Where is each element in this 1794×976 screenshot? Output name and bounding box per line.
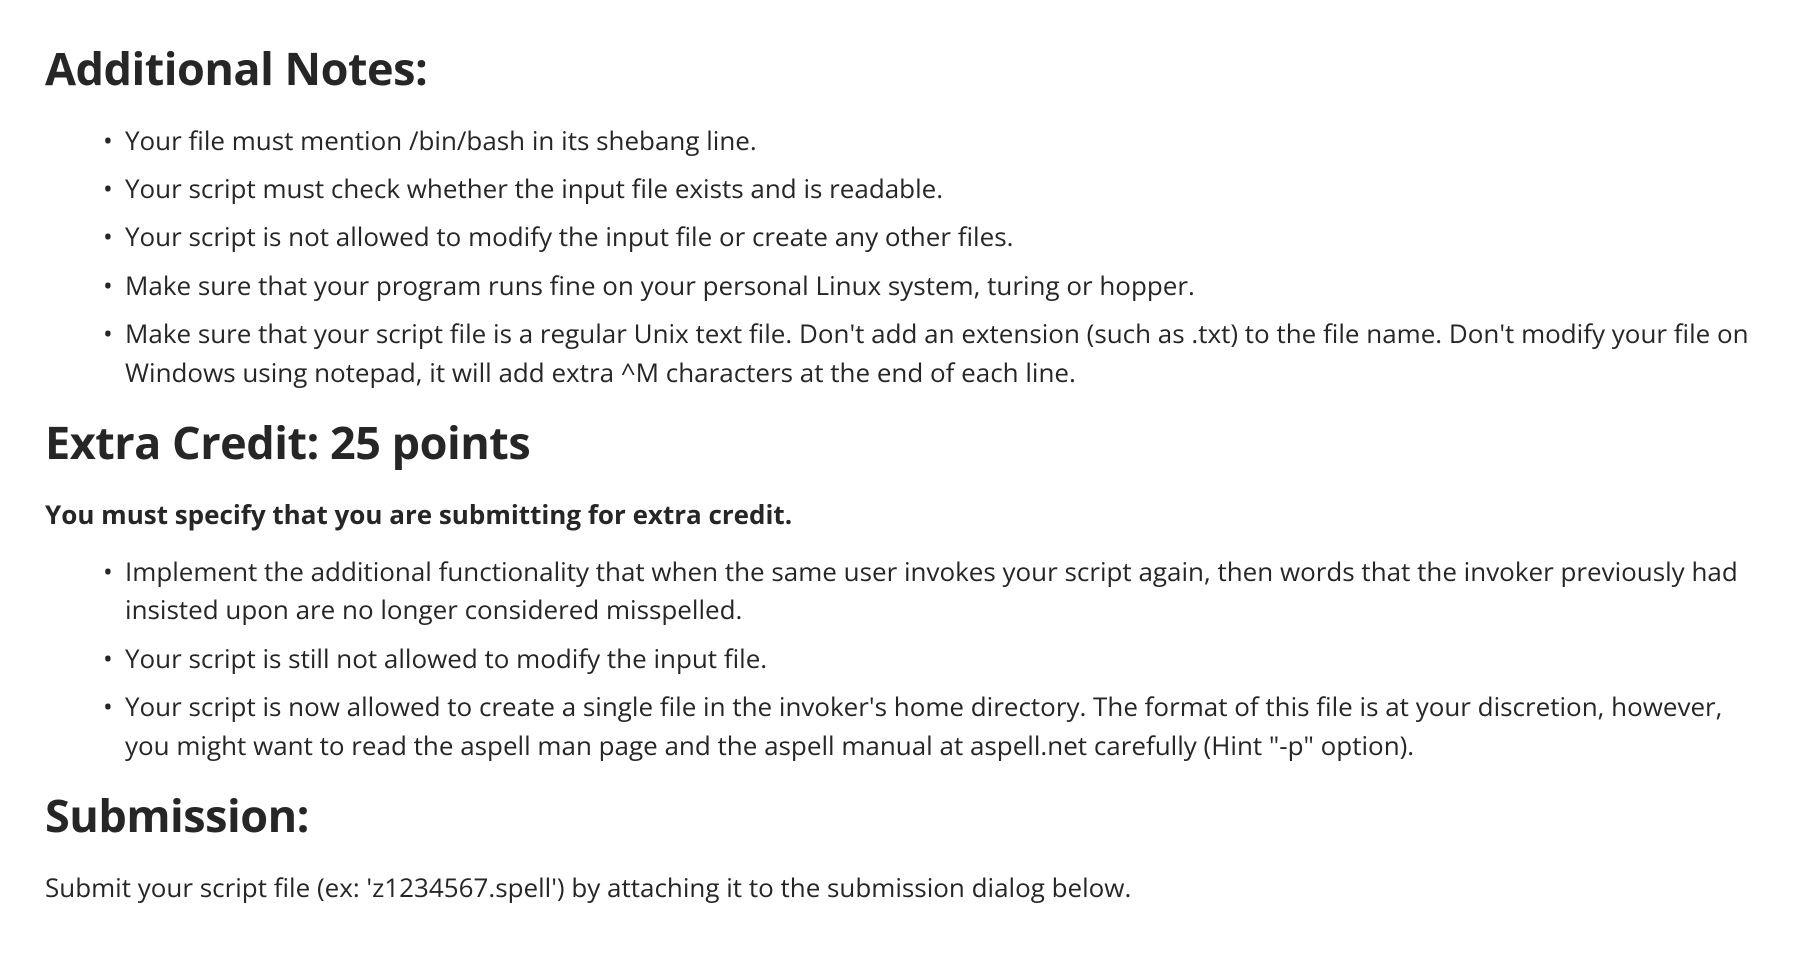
extra-credit-list: Implement the additional functionality t… (45, 552, 1749, 764)
additional-notes-heading: Additional Notes: (45, 35, 1749, 103)
list-item: Your script is now allowed to create a s… (125, 687, 1749, 764)
additional-notes-list: Your file must mention /bin/bash in its … (45, 121, 1749, 392)
list-item: Your script is still not allowed to modi… (125, 639, 1749, 677)
submission-text: Submit your script file (ex: 'z1234567.s… (45, 868, 1749, 907)
list-item: Make sure that your script file is a reg… (125, 314, 1749, 391)
list-item: Your script must check whether the input… (125, 169, 1749, 207)
list-item: Your file must mention /bin/bash in its … (125, 121, 1749, 159)
submission-heading: Submission: (45, 782, 1749, 850)
list-item: Implement the additional functionality t… (125, 552, 1749, 629)
list-item: Make sure that your program runs fine on… (125, 266, 1749, 304)
extra-credit-heading: Extra Credit: 25 points (45, 409, 1749, 477)
extra-credit-note: You must specify that you are submitting… (45, 495, 1749, 534)
list-item: Your script is not allowed to modify the… (125, 217, 1749, 255)
